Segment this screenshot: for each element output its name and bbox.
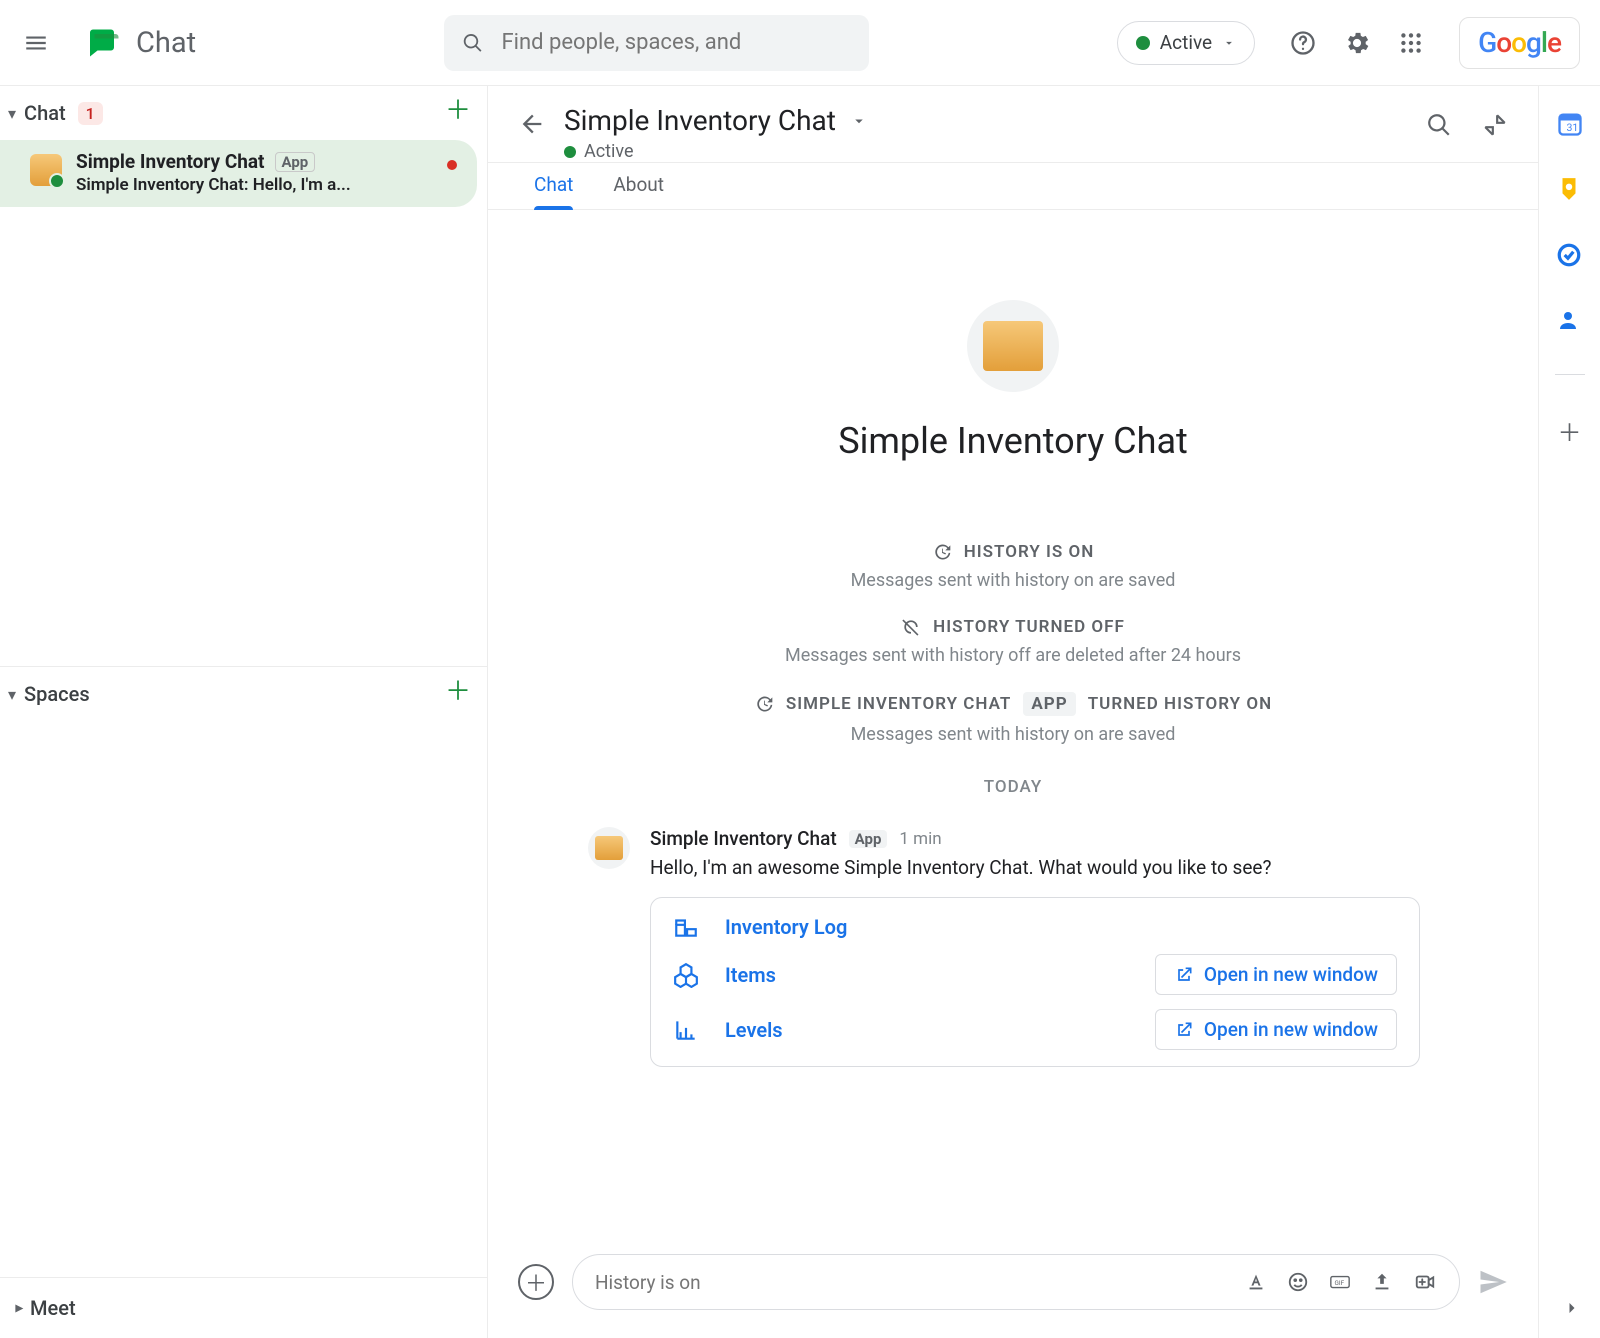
history-on-icon (754, 694, 774, 714)
history-off-icon (901, 617, 921, 637)
chat-title: Simple Inventory Chat (564, 104, 836, 137)
open-new-window-button[interactable]: Open in new window (1155, 1009, 1397, 1050)
spaces-section-label: Spaces (24, 682, 90, 706)
help-icon[interactable] (1287, 27, 1319, 59)
message-avatar (588, 827, 630, 869)
warehouse-icon (673, 914, 701, 940)
chat-section-header[interactable]: ▾ Chat 1 ＋ (0, 86, 487, 136)
chat-status: Active (584, 141, 634, 162)
history-off-desc: Messages sent with history off are delet… (785, 645, 1241, 666)
app-tag: App (275, 152, 316, 172)
bar-chart-icon (673, 1017, 701, 1043)
meet-section-label: Meet (30, 1296, 76, 1320)
app-title: Chat (136, 26, 196, 60)
search-input[interactable] (502, 30, 851, 55)
chevron-down-icon[interactable] (850, 112, 868, 130)
conversation-preview: Simple Inventory Chat: Hello, I'm a... (76, 175, 351, 195)
open-external-icon (1174, 965, 1194, 985)
chevron-down-icon (1222, 36, 1236, 50)
card-row-inventory-log: Inventory Log (673, 914, 1397, 940)
unread-dot-icon (447, 160, 457, 170)
video-icon[interactable] (1413, 1271, 1437, 1293)
unread-badge: 1 (78, 102, 103, 125)
history-on-desc: Messages sent with history on are saved (851, 570, 1176, 591)
history-turned-on-desc: Messages sent with history on are saved (851, 724, 1176, 745)
open-external-icon (1174, 1020, 1194, 1040)
message-text: Hello, I'm an awesome Simple Inventory C… (650, 856, 1438, 879)
settings-icon[interactable] (1341, 27, 1373, 59)
message-composer[interactable]: GIF (572, 1254, 1460, 1310)
message-sender: Simple Inventory Chat (650, 827, 837, 850)
keep-icon[interactable] (1556, 176, 1584, 204)
new-space-button[interactable]: ＋ (443, 679, 473, 709)
status-dot-icon (564, 146, 576, 158)
status-dot-icon (1136, 36, 1150, 50)
message-time: 1 min (899, 829, 941, 849)
send-button[interactable] (1478, 1267, 1508, 1297)
tab-about[interactable]: About (613, 173, 664, 210)
svg-text:31: 31 (1566, 121, 1578, 134)
upload-icon[interactable] (1371, 1271, 1393, 1293)
emoji-icon[interactable] (1287, 1271, 1309, 1293)
package-icon (30, 154, 62, 186)
status-label: Active (1160, 31, 1212, 54)
hero-title: Simple Inventory Chat (838, 420, 1188, 462)
left-sidebar: ▾ Chat 1 ＋ Simple Inventory Chat App Sim… (0, 86, 488, 1338)
date-divider: TODAY (984, 777, 1042, 797)
svg-text:GIF: GIF (1335, 1279, 1345, 1287)
app-tag: App (849, 830, 888, 848)
search-box[interactable] (444, 15, 869, 71)
main-content: Simple Inventory Chat Active Chat About (488, 86, 1538, 1338)
card-row-levels: Levels Open in new window (673, 1009, 1397, 1050)
app-avatar (967, 300, 1059, 392)
history-actor: SIMPLE INVENTORY CHAT (786, 694, 1011, 714)
chevron-right-icon: ▾ (9, 1304, 28, 1312)
card-link[interactable]: Inventory Log (725, 915, 1397, 939)
add-attachment-button[interactable]: ＋ (518, 1264, 554, 1300)
collapse-icon[interactable] (1482, 112, 1508, 138)
composer-input[interactable] (595, 1271, 1245, 1294)
app-chip: APP (1023, 692, 1075, 716)
right-side-panel: 31 ＋ (1538, 86, 1600, 1338)
chevron-down-icon: ▾ (8, 685, 16, 704)
chat-section-label: Chat (24, 101, 66, 125)
format-icon[interactable] (1245, 1271, 1267, 1293)
collapse-panel-icon[interactable] (1562, 1298, 1582, 1318)
chat-message: Simple Inventory Chat App 1 min Hello, I… (588, 827, 1438, 1067)
card-link[interactable]: Levels (725, 1018, 1131, 1042)
global-header: Chat Active Google (0, 0, 1600, 86)
new-chat-button[interactable]: ＋ (443, 98, 473, 128)
open-new-window-button[interactable]: Open in new window (1155, 954, 1397, 995)
history-on-icon (932, 542, 952, 562)
message-card: Inventory Log Items Open in new window (650, 897, 1420, 1067)
chevron-down-icon: ▾ (8, 104, 16, 123)
tasks-icon[interactable] (1556, 242, 1584, 270)
chat-logo-icon (84, 25, 120, 61)
add-addon-button[interactable]: ＋ (1558, 413, 1582, 448)
google-logo[interactable]: Google (1459, 17, 1580, 69)
search-icon (462, 31, 484, 55)
status-pill[interactable]: Active (1117, 21, 1255, 65)
history-off-label: HISTORY TURNED OFF (933, 617, 1125, 637)
meet-section-header[interactable]: ▾ Meet (0, 1278, 487, 1338)
history-action: TURNED HISTORY ON (1088, 694, 1272, 714)
header-actions: Google (1287, 17, 1580, 69)
package-icon (595, 836, 623, 860)
gif-icon[interactable]: GIF (1329, 1271, 1351, 1293)
calendar-icon[interactable]: 31 (1556, 110, 1584, 138)
history-on-label: HISTORY IS ON (964, 542, 1095, 562)
card-row-items: Items Open in new window (673, 954, 1397, 995)
spaces-section-header[interactable]: ▾ Spaces ＋ (0, 667, 487, 717)
package-icon (983, 321, 1043, 371)
conversation-name: Simple Inventory Chat (76, 150, 265, 173)
back-arrow-icon[interactable] (518, 110, 550, 138)
hamburger-menu-icon[interactable] (20, 27, 52, 59)
tab-chat[interactable]: Chat (534, 173, 573, 210)
apps-grid-icon[interactable] (1395, 27, 1427, 59)
contacts-icon[interactable] (1556, 308, 1584, 336)
boxes-icon (673, 962, 701, 988)
card-link[interactable]: Items (725, 963, 1131, 987)
search-in-chat-icon[interactable] (1426, 112, 1452, 138)
conversation-item[interactable]: Simple Inventory Chat App Simple Invento… (0, 140, 477, 207)
